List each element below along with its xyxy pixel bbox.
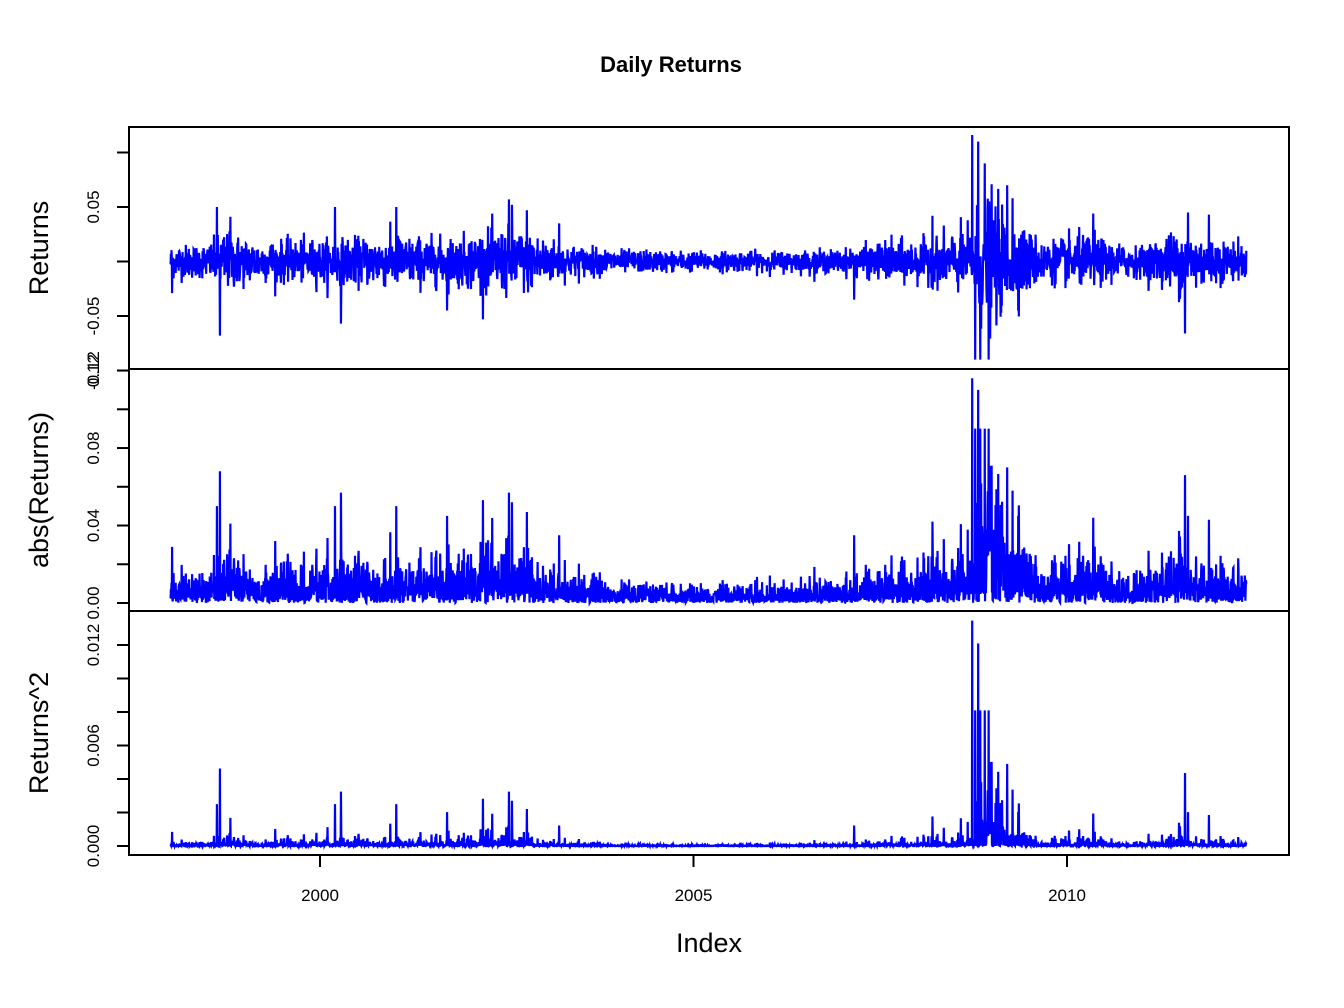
x-tick-label: 2005 bbox=[675, 886, 713, 905]
squared-returns-y-axis-label: Returns^2 bbox=[24, 672, 54, 794]
x-tick-label: 2000 bbox=[301, 886, 339, 905]
abs-returns-y-tick-label: 0.04 bbox=[84, 509, 103, 542]
squared-returns-series-line bbox=[169, 620, 1248, 851]
squared-returns-y-tick-label: 0.000 bbox=[84, 825, 103, 868]
x-axis-label: Index bbox=[676, 928, 743, 958]
squared-returns-y-tick-label: 0.012 bbox=[84, 624, 103, 667]
returns-y-axis-label: Returns bbox=[24, 201, 54, 296]
abs-returns-y-tick-label: 0.12 bbox=[84, 354, 103, 387]
returns-y-tick-label: 0.05 bbox=[84, 190, 103, 223]
panel-squared-returns-frame bbox=[128, 610, 1290, 856]
abs-returns-y-axis: 0.00 0.04 0.08 0.12 bbox=[84, 354, 129, 620]
panel-abs-returns: 0.00 0.04 0.08 0.12 abs(Returns) bbox=[24, 354, 1290, 620]
panel-squared-returns: 0.000 0.006 0.012 Returns^2 bbox=[24, 610, 1290, 868]
abs-returns-y-axis-label: abs(Returns) bbox=[24, 412, 54, 568]
chart-title: Daily Returns bbox=[600, 52, 742, 77]
returns-y-tick-label: -0.05 bbox=[84, 297, 103, 336]
panel-returns: -0.12-0.050.05 Returns bbox=[24, 126, 1290, 390]
daily-returns-chart: Daily Returns -0.12-0.050.05 Returns 0.0… bbox=[24, 52, 1290, 958]
squared-returns-y-tick-label: 0.006 bbox=[84, 724, 103, 767]
x-tick-label: 2010 bbox=[1048, 886, 1086, 905]
x-axis: 2000 2005 2010 bbox=[301, 855, 1086, 905]
abs-returns-series-line bbox=[169, 378, 1248, 607]
squared-returns-y-axis: 0.000 0.006 0.012 bbox=[84, 624, 129, 868]
abs-returns-y-tick-label: 0.00 bbox=[84, 586, 103, 619]
abs-returns-y-tick-label: 0.08 bbox=[84, 431, 103, 464]
returns-series-line bbox=[169, 135, 1248, 360]
